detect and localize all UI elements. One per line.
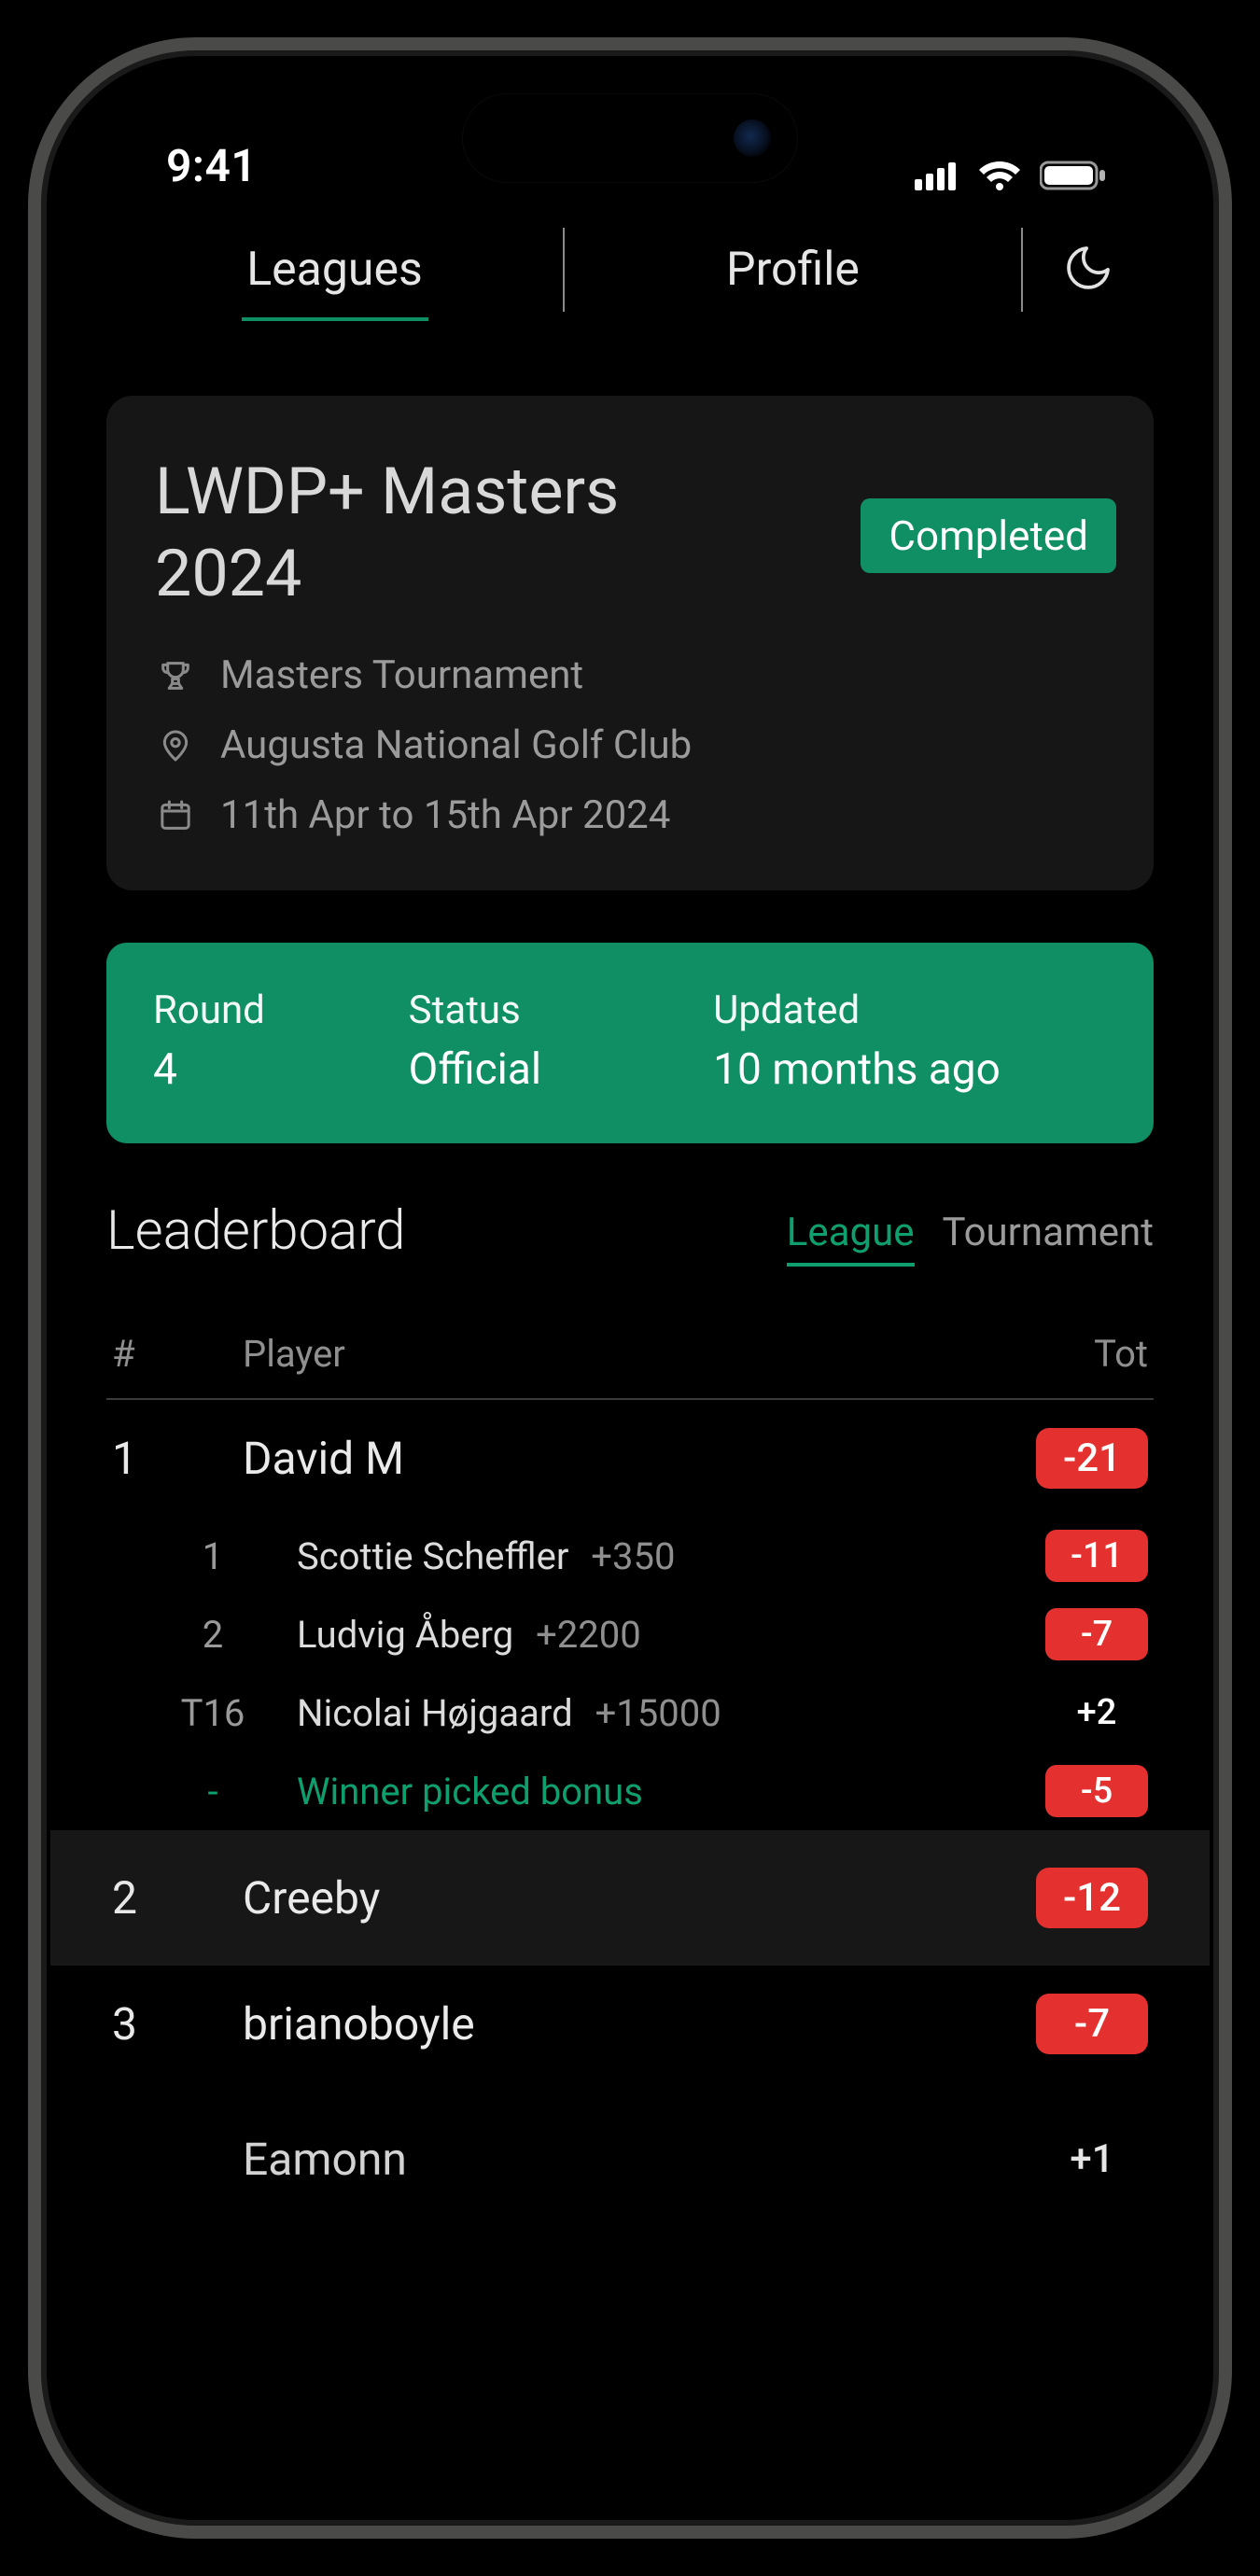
table-row[interactable]: Eamonn +1 — [106, 2082, 1154, 2218]
pick-total: +2 — [1045, 1687, 1148, 1739]
calendar-icon — [155, 795, 196, 836]
location-icon — [155, 725, 196, 766]
row-total: -7 — [1036, 1994, 1148, 2054]
moon-icon — [1062, 242, 1114, 298]
round-label: Round — [153, 987, 399, 1033]
pick-odds: +15000 — [586, 1691, 721, 1735]
meta-venue-text: Augusta National Golf Club — [220, 722, 692, 768]
pick-row: T16Nicolai Højgaard +15000 +2 — [106, 1673, 1154, 1752]
round-status-strip: Round 4 Status Official Updated 10 month… — [106, 943, 1154, 1143]
row-player: Eamonn — [243, 2133, 989, 2186]
front-camera — [734, 119, 771, 157]
col-player: Player — [243, 1332, 989, 1376]
meta-venue: Augusta National Golf Club — [155, 722, 1105, 768]
top-nav: Leagues Profile — [106, 209, 1154, 330]
row-total: -21 — [1036, 1428, 1148, 1489]
theme-toggle[interactable] — [1023, 242, 1154, 298]
table-row[interactable]: 2 Creeby -12 — [50, 1830, 1210, 1966]
volume-up-button — [28, 760, 34, 965]
pick-name: Ludvig Åberg +2200 — [297, 1613, 989, 1657]
cellular-icon — [915, 161, 959, 190]
leaderboard-header: Leaderboard League Tournament — [106, 1199, 1154, 1263]
league-title: LWDP+ Masters 2024 — [155, 452, 734, 615]
phone-screen: 9:41 Leagues Profile — [50, 60, 1210, 2516]
pick-name: Scottie Scheffler +350 — [297, 1534, 989, 1578]
meta-tournament-text: Masters Tournament — [220, 652, 583, 698]
tab-leagues[interactable]: Leagues — [106, 224, 563, 315]
dynamic-island — [462, 93, 798, 183]
power-button — [1226, 834, 1232, 1152]
pick-rank: T16 — [129, 1691, 297, 1735]
col-rank: # — [112, 1332, 243, 1376]
pick-rank: 1 — [129, 1534, 297, 1578]
leaderboard-title: Leaderboard — [106, 1199, 405, 1263]
pick-odds: +350 — [581, 1534, 675, 1578]
table-header: # Player Tot — [106, 1309, 1154, 1400]
col-total: Tot — [989, 1332, 1148, 1376]
league-card: LWDP+ Masters 2024 Completed Masters Tou… — [106, 396, 1154, 890]
pick-total: -7 — [1045, 1608, 1148, 1660]
lb-tab-tournament[interactable]: Tournament — [943, 1210, 1154, 1263]
table-row[interactable]: 3 brianoboyle -7 — [106, 1966, 1154, 2082]
status-time: 9:41 — [166, 139, 257, 192]
pick-name: Winner picked bonus — [297, 1770, 989, 1813]
status-value: Official — [409, 1044, 704, 1095]
row-rank: 2 — [112, 1871, 243, 1925]
lb-tab-league[interactable]: League — [787, 1210, 915, 1263]
row-rank: 3 — [112, 1997, 243, 2051]
pick-rank: - — [129, 1770, 297, 1813]
pick-total: -11 — [1045, 1530, 1148, 1582]
pick-row: -Winner picked bonus -5 — [106, 1752, 1154, 1830]
pick-row: 1Scottie Scheffler +350 -11 — [106, 1517, 1154, 1595]
meta-tournament: Masters Tournament — [155, 652, 1105, 698]
table-row[interactable]: 1 David M -21 — [106, 1400, 1154, 1517]
row-player: brianoboyle — [243, 1997, 989, 2051]
row-rank: 1 — [112, 1432, 243, 1485]
tab-profile[interactable]: Profile — [565, 224, 1021, 315]
trophy-icon — [155, 655, 196, 696]
row-total: +1 — [1036, 2129, 1148, 2190]
status-label: Status — [409, 987, 704, 1033]
row-player: Creeby — [243, 1871, 989, 1925]
side-button — [28, 554, 34, 657]
row-total: -12 — [1036, 1868, 1148, 1928]
updated-label: Updated — [713, 987, 1107, 1033]
pick-total: -5 — [1045, 1765, 1148, 1817]
meta-dates: 11th Apr to 15th Apr 2024 — [155, 792, 1105, 838]
volume-down-button — [28, 1012, 34, 1217]
pick-row: 2Ludvig Åberg +2200 -7 — [106, 1595, 1154, 1673]
pick-odds: +2200 — [526, 1613, 641, 1657]
status-icons — [915, 159, 1107, 192]
row-player: David M — [243, 1432, 989, 1485]
pick-rank: 2 — [129, 1613, 297, 1657]
updated-value: 10 months ago — [713, 1044, 1107, 1095]
round-value: 4 — [153, 1044, 399, 1095]
leaderboard-table: # Player Tot 1 David M -21 1Scottie Sche… — [106, 1309, 1154, 2218]
pick-name: Nicolai Højgaard +15000 — [297, 1691, 989, 1735]
status-badge: Completed — [861, 498, 1116, 573]
wifi-icon — [976, 159, 1023, 192]
phone-frame: 9:41 Leagues Profile — [28, 37, 1232, 2539]
meta-dates-text: 11th Apr to 15th Apr 2024 — [220, 792, 670, 838]
battery-icon — [1040, 160, 1107, 191]
